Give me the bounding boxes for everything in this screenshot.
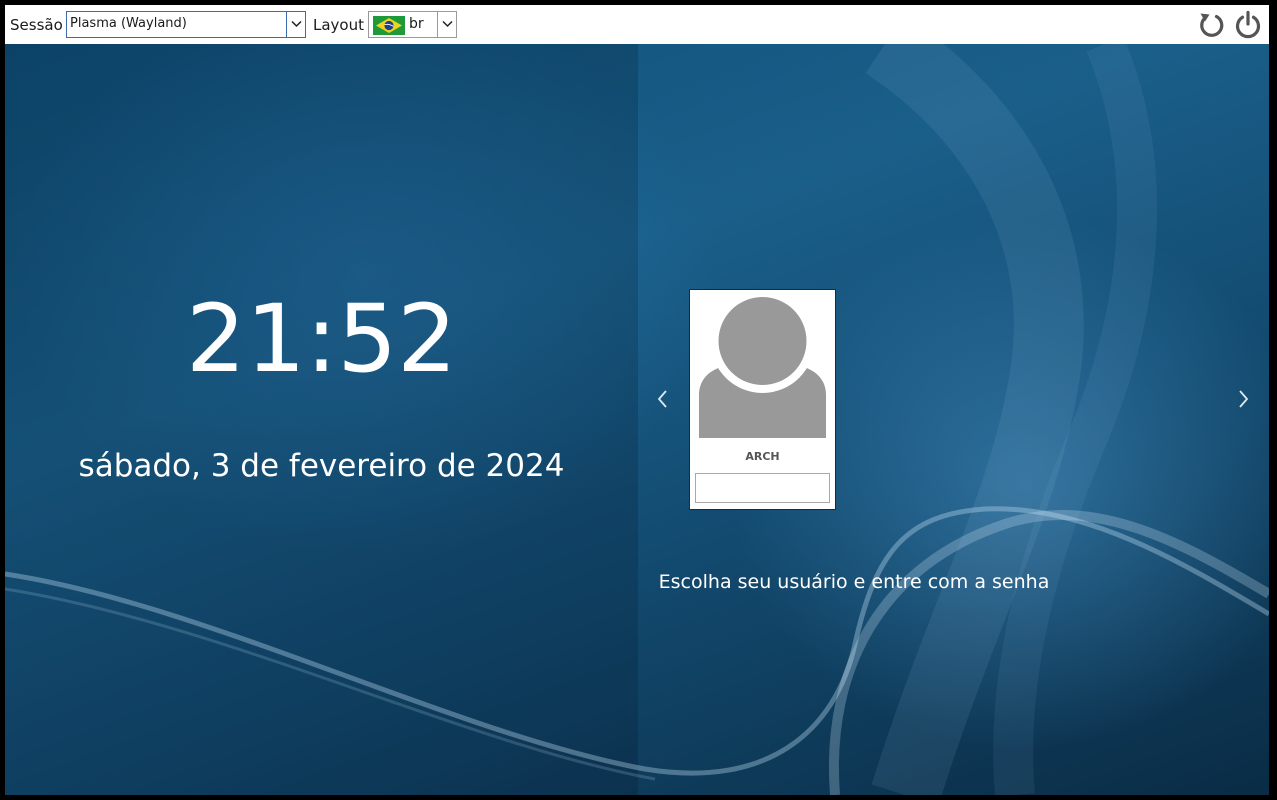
power-icon <box>1235 10 1261 39</box>
top-bar: Sessão Plasma (Wayland) Layout br <box>5 5 1269 44</box>
wallpaper-waves <box>5 44 1269 795</box>
layout-label: Layout <box>313 16 364 34</box>
previous-user-button[interactable] <box>656 388 670 410</box>
login-screen: Sessão Plasma (Wayland) Layout br 21:52 … <box>5 5 1269 795</box>
password-field[interactable] <box>695 473 830 503</box>
chevron-down-icon <box>291 20 302 28</box>
chevron-down-icon <box>442 20 453 28</box>
default-user-avatar <box>699 295 826 445</box>
keyboard-layout-select[interactable]: br <box>368 11 457 38</box>
brazil-flag-icon <box>373 16 405 35</box>
session-select-value: Plasma (Wayland) <box>70 16 187 31</box>
session-label: Sessão <box>10 16 63 34</box>
clock-date: sábado, 3 de fevereiro de 2024 <box>78 448 565 484</box>
user-card[interactable]: ARCH <box>689 289 836 510</box>
session-dropdown-button[interactable] <box>286 12 305 37</box>
reboot-icon <box>1200 13 1224 37</box>
session-select[interactable]: Plasma (Wayland) <box>66 11 306 38</box>
layout-dropdown-button[interactable] <box>437 12 456 37</box>
reboot-button[interactable] <box>1196 10 1226 40</box>
chevron-left-icon <box>657 390 667 408</box>
chevron-right-icon <box>1239 390 1249 408</box>
login-prompt: Escolha seu usuário e entre com a senha <box>658 571 1050 593</box>
wallpaper <box>5 44 1269 795</box>
next-user-button[interactable] <box>1236 388 1250 410</box>
user-name: ARCH <box>745 450 780 463</box>
power-button[interactable] <box>1233 10 1263 40</box>
clock-time: 21:52 <box>186 285 457 394</box>
layout-select-value: br <box>409 16 424 32</box>
